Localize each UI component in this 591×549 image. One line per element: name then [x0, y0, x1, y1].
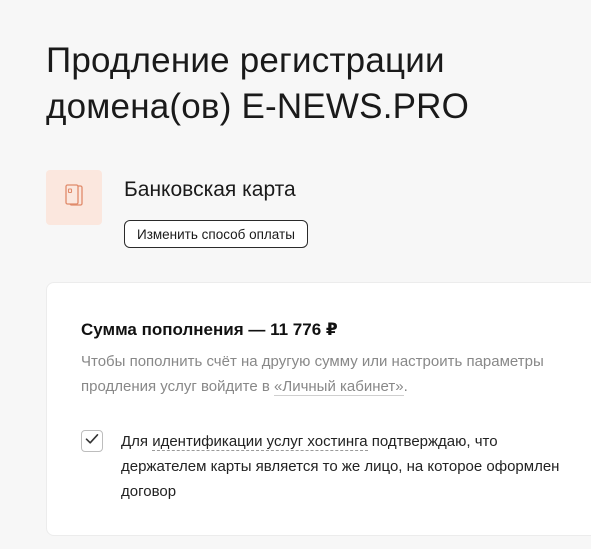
- bank-card-icon: [59, 180, 89, 215]
- change-payment-method-button[interactable]: Изменить способ оплаты: [124, 220, 308, 248]
- page-title-line-1: Продление регистрации: [46, 41, 445, 80]
- amount-description-end: .: [403, 378, 408, 395]
- payment-method-label: Банковская карта: [124, 178, 296, 201]
- amount-title: Сумма пополнения — 11 776 ₽: [81, 320, 338, 339]
- page-title-line-2: домена(ов) E-NEWS.PRO: [46, 87, 470, 126]
- agreement-text-start: Для: [121, 433, 153, 450]
- agreement-checkbox[interactable]: [81, 430, 103, 452]
- hosting-identification-link[interactable]: идентификации услуг хостинга: [152, 433, 368, 451]
- payment-summary-card: Сумма пополнения — 11 776 ₽ Чтобы пополн…: [46, 282, 591, 536]
- payment-method-icon-box: [46, 170, 102, 225]
- checkmark-icon: [85, 432, 99, 450]
- agreement-text: Для идентификации услуг хостинга подтвер…: [121, 429, 561, 504]
- page-title: Продление регистрации домена(ов) E-NEWS.…: [46, 38, 566, 130]
- amount-description: Чтобы пополнить счёт на другую сумму или…: [81, 349, 561, 399]
- personal-cabinet-link[interactable]: «Личный кабинет»: [274, 378, 404, 396]
